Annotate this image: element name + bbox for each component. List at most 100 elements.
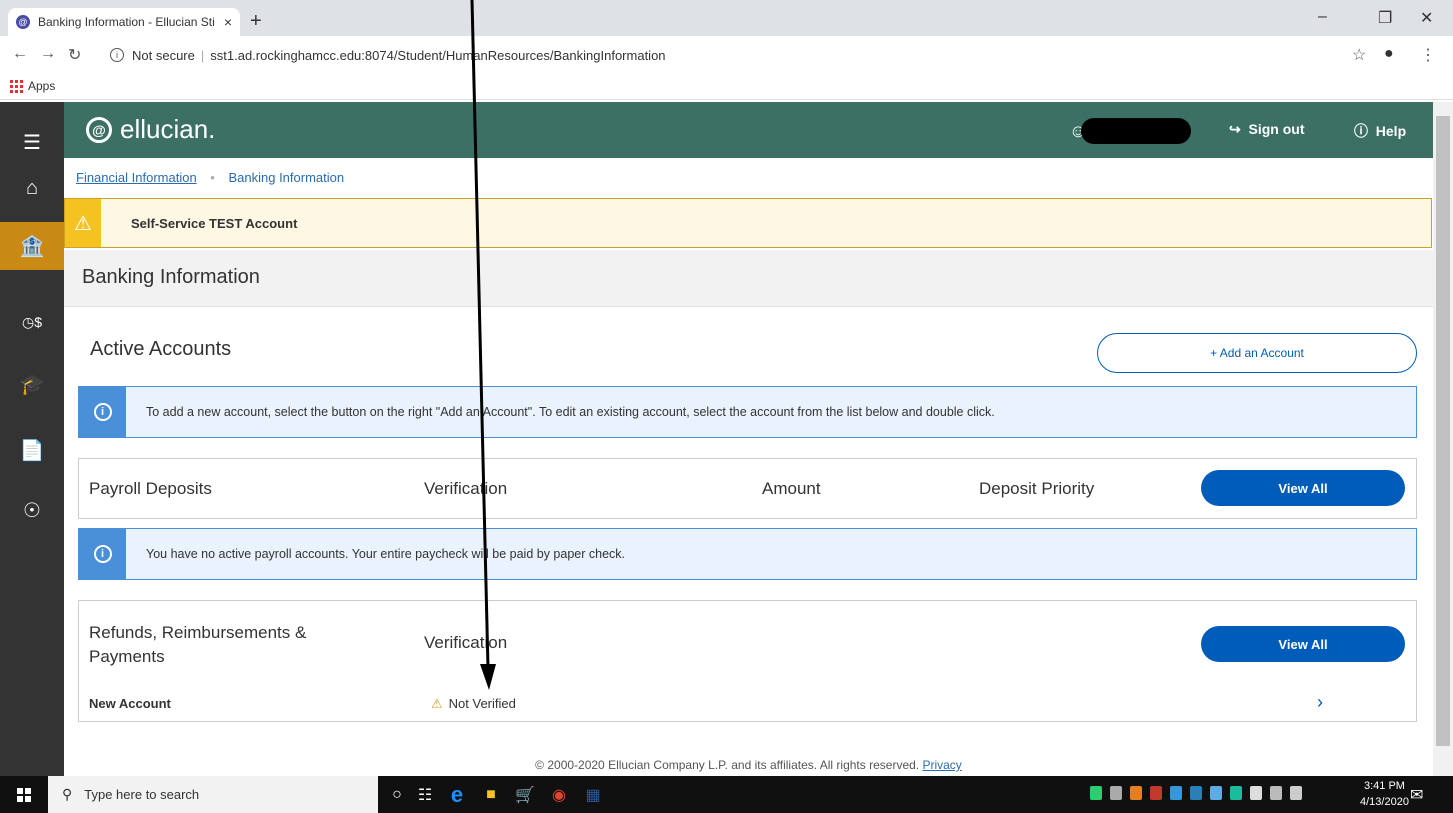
tray-app-icon[interactable] — [1230, 786, 1242, 800]
tray-app-icon[interactable] — [1090, 786, 1102, 800]
financial-document-icon[interactable]: 📄 — [0, 426, 64, 474]
payroll-info-alert: i You have no active payroll accounts. Y… — [78, 528, 1417, 580]
battery-icon[interactable] — [1250, 786, 1262, 800]
notifications-icon[interactable]: ✉ — [1410, 785, 1423, 805]
logo-text: ellucian. — [120, 114, 216, 144]
apps-bookmark[interactable]: Apps — [28, 79, 55, 93]
table-row[interactable]: New Account ⚠ Not Verified › — [78, 686, 1417, 722]
start-button[interactable] — [0, 776, 48, 813]
search-icon: ⚲ — [62, 786, 73, 802]
page-header: Banking Information — [64, 250, 1433, 307]
refunds-col-verification: Verification — [424, 633, 508, 652]
bank-icon[interactable]: 🏦 — [0, 222, 64, 270]
taskbar-clock[interactable]: 3:41 PM 4/13/2020 — [1360, 778, 1409, 810]
payroll-col-verification: Verification — [424, 479, 508, 498]
browser-tab-title: Banking Information - Ellucian Sti — [38, 15, 215, 29]
home-icon[interactable]: ⌂ — [0, 164, 64, 212]
file-explorer-icon[interactable]: ■ — [480, 784, 502, 806]
payroll-view-all-button[interactable]: View All — [1201, 470, 1405, 506]
account-name: New Account — [89, 696, 171, 711]
breadcrumb-financial-information[interactable]: Financial Information — [76, 170, 197, 185]
profile-icon[interactable]: ● — [1384, 45, 1394, 63]
refunds-title-line1: Refunds, Reimbursements & — [89, 623, 307, 642]
tray-app-icon[interactable] — [1170, 786, 1182, 800]
site-info-icon[interactable]: i — [110, 48, 124, 62]
window-close-icon[interactable]: ✕ — [1420, 8, 1433, 28]
apps-grid-icon[interactable] — [10, 80, 23, 93]
payroll-deposits-title: Payroll Deposits — [89, 479, 212, 498]
verification-status-text: Not Verified — [448, 696, 516, 711]
bluetooth-icon[interactable] — [1190, 786, 1202, 800]
ellucian-logo[interactable]: @ ellucian. — [86, 114, 215, 145]
time-pay-icon[interactable]: ◷$ — [0, 298, 64, 346]
windows-taskbar: ⚲ Type here to search ○ ☷ e ■ 🛒 ◉ ▦ 3:41… — [0, 776, 1453, 813]
page-scrollbar[interactable] — [1433, 102, 1453, 776]
ellucian-logo-icon: @ — [86, 116, 112, 143]
browser-tabstrip: @ Banking Information - Ellucian Sti × +… — [0, 0, 1453, 36]
minimize-icon[interactable]: – — [1318, 8, 1327, 26]
payroll-info-text: You have no active payroll accounts. You… — [146, 547, 626, 561]
address-separator: | — [200, 47, 205, 63]
scrollbar-thumb[interactable] — [1436, 116, 1450, 746]
left-nav: ☰ ⌂ 🏦 ◷$ 🎓 📄 ☉ — [0, 102, 64, 776]
chevron-right-icon[interactable]: › — [1317, 692, 1323, 713]
store-icon[interactable]: 🛒 — [514, 784, 536, 806]
page-title: Banking Information — [82, 266, 260, 288]
new-tab-button[interactable]: + — [250, 10, 262, 33]
menu-hamburger-icon[interactable]: ☰ — [0, 118, 64, 166]
browser-menu-icon[interactable]: ⋮ — [1420, 45, 1436, 65]
refunds-title-line2: Payments — [89, 647, 165, 666]
breadcrumb-separator: • — [210, 170, 215, 185]
system-tray — [1090, 786, 1302, 800]
clock-time: 3:41 PM — [1363, 780, 1405, 792]
tray-app-icon[interactable] — [1110, 786, 1122, 800]
help-icon: ⓘ — [1354, 123, 1368, 139]
active-accounts-heading: Active Accounts — [90, 338, 232, 360]
breadcrumb: Financial Information • Banking Informat… — [76, 170, 344, 185]
restore-icon[interactable]: ❐ — [1378, 8, 1392, 28]
redacted-username — [1081, 118, 1192, 144]
edge-icon[interactable]: e — [446, 782, 468, 807]
user-profile-icon[interactable]: ☉ — [0, 486, 64, 534]
refunds-view-all-button[interactable]: View All — [1201, 626, 1405, 662]
taskbar-search[interactable]: ⚲ Type here to search — [48, 776, 378, 813]
word-icon[interactable]: ▦ — [582, 784, 604, 806]
add-account-info-alert: i To add a new account, select the butto… — [78, 386, 1417, 438]
info-icon: i — [79, 529, 126, 579]
sign-out-icon: ↪ — [1229, 121, 1241, 137]
taskbar-search-placeholder: Type here to search — [84, 787, 200, 802]
graduation-cap-icon[interactable]: 🎓 — [0, 360, 64, 408]
volume-icon[interactable] — [1290, 786, 1302, 800]
help-button[interactable]: ⓘ Help — [1354, 121, 1406, 141]
wifi-icon[interactable] — [1270, 786, 1282, 800]
back-icon[interactable]: ← — [12, 45, 28, 63]
tray-app-icon[interactable] — [1130, 786, 1142, 800]
reload-icon[interactable]: ↻ — [68, 45, 81, 65]
browser-tab[interactable]: @ Banking Information - Ellucian Sti × — [8, 8, 240, 36]
info-icon: i — [79, 387, 126, 437]
add-account-button[interactable]: + Add an Account — [1097, 333, 1417, 373]
banner-text: Self-Service TEST Account — [131, 216, 298, 231]
chrome-icon[interactable]: ◉ — [548, 784, 570, 806]
browser-toolbar: ← → ↻ i Not secure | sst1.ad.rockinghamc… — [0, 36, 1453, 74]
clock-date: 4/13/2020 — [1360, 796, 1409, 808]
refunds-title: Refunds, Reimbursements & Payments — [89, 621, 306, 669]
tray-app-icon[interactable] — [1150, 786, 1162, 800]
user-menu[interactable]: ☺ — [1069, 118, 1192, 144]
tab-close-icon[interactable]: × — [224, 14, 232, 30]
app-header: @ ellucian. ☺ ↪ Sign out ⓘ Help — [64, 102, 1433, 158]
task-view-icon[interactable]: ☷ — [414, 784, 436, 806]
url-text: sst1.ad.rockinghamcc.edu:8074/Student/Hu… — [210, 47, 666, 63]
verification-status: ⚠ Not Verified — [431, 696, 516, 712]
tray-app-icon[interactable] — [1210, 786, 1222, 800]
forward-icon[interactable]: → — [40, 45, 56, 63]
cortana-icon[interactable]: ○ — [386, 784, 408, 806]
breadcrumb-banking-information[interactable]: Banking Information — [228, 170, 344, 185]
add-account-info-text: To add a new account, select the button … — [146, 405, 995, 419]
privacy-link[interactable]: Privacy — [922, 758, 961, 772]
sign-out-button[interactable]: ↪ Sign out — [1229, 121, 1305, 138]
bookmark-star-icon[interactable]: ☆ — [1352, 45, 1366, 65]
address-bar[interactable]: i Not secure | sst1.ad.rockinghamcc.edu:… — [110, 42, 1340, 68]
payroll-col-amount: Amount — [762, 479, 821, 498]
help-label: Help — [1375, 123, 1407, 139]
